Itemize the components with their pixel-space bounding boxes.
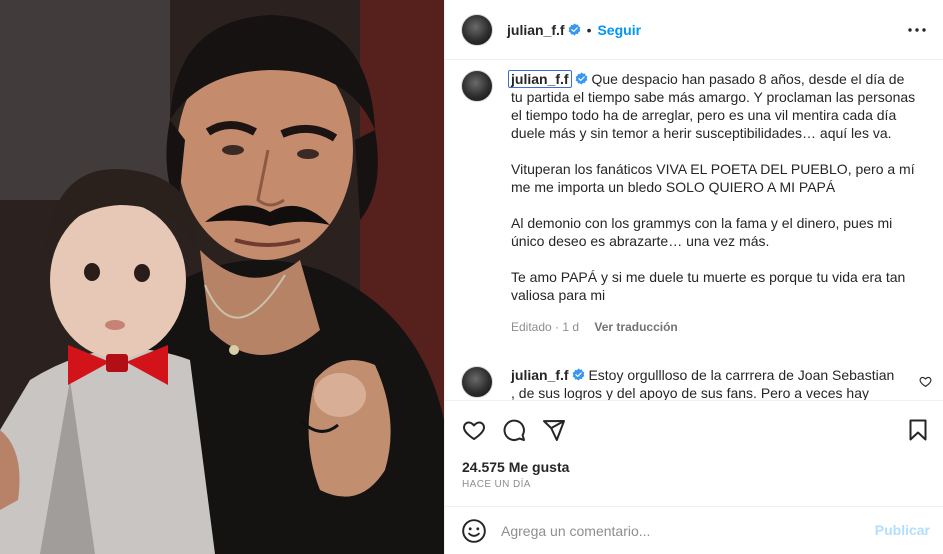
follow-button[interactable]: Seguir xyxy=(597,22,641,38)
caption-text: julian_f.f Que despacio han pasado 8 año… xyxy=(508,70,919,336)
comments-list[interactable]: julian_f.f Que despacio han pasado 8 año… xyxy=(445,60,943,400)
caption-username[interactable]: julian_f.f xyxy=(508,70,572,88)
verified-badge-icon xyxy=(568,23,580,36)
header-separator: • xyxy=(586,21,592,38)
caption-paragraph-4: Te amo PAPÁ y si me duele tu muerte es p… xyxy=(511,269,906,303)
add-comment-bar: Publicar xyxy=(445,506,943,554)
post-side-panel: julian_f.f • Seguir julian_f.f Que despa… xyxy=(444,0,943,554)
post-photo xyxy=(0,0,444,554)
comment-bubble-icon[interactable] xyxy=(502,418,526,442)
post-actions: 24.575 Me gusta HACE UN DÍA xyxy=(445,400,943,513)
author-username[interactable]: julian_f.f xyxy=(507,22,565,38)
more-options-icon[interactable] xyxy=(908,22,926,38)
post-header: julian_f.f • Seguir xyxy=(445,0,943,60)
photo-illustration xyxy=(0,0,444,554)
comment-text: julian_f.f Estoy orgullloso de la carrre… xyxy=(511,366,901,400)
caption-paragraph-2: Vituperan los fanáticos VIVA EL POETA DE… xyxy=(511,161,915,195)
comment-like-heart-icon[interactable] xyxy=(919,375,932,388)
post-timestamp[interactable]: HACE UN DÍA xyxy=(462,479,531,490)
commenter-avatar[interactable] xyxy=(461,366,493,398)
comment-item: julian_f.f Estoy orgullloso de la carrre… xyxy=(461,366,901,400)
commenter-username[interactable]: julian_f.f xyxy=(511,367,569,383)
likes-count[interactable]: 24.575 Me gusta xyxy=(462,459,569,475)
caption-meta: Editado · 1 d Ver traducción xyxy=(511,318,919,336)
caption-paragraph-3: Al demonio con los grammys con la fama y… xyxy=(511,215,893,249)
emoji-smile-icon[interactable] xyxy=(461,518,487,544)
author-avatar[interactable] xyxy=(461,13,493,46)
paper-plane-icon[interactable] xyxy=(542,418,566,442)
caption-edited-time: Editado · 1 d xyxy=(511,320,580,334)
verified-badge-icon xyxy=(572,368,584,381)
see-translation-link[interactable]: Ver traducción xyxy=(594,320,677,334)
verified-badge-icon xyxy=(575,72,587,85)
caption-avatar[interactable] xyxy=(461,70,493,102)
bookmark-icon[interactable] xyxy=(906,418,930,442)
publish-button[interactable]: Publicar xyxy=(875,522,930,538)
comment-input[interactable] xyxy=(501,519,861,543)
caption-comment: julian_f.f Que despacio han pasado 8 año… xyxy=(461,70,919,336)
heart-icon[interactable] xyxy=(462,418,486,442)
